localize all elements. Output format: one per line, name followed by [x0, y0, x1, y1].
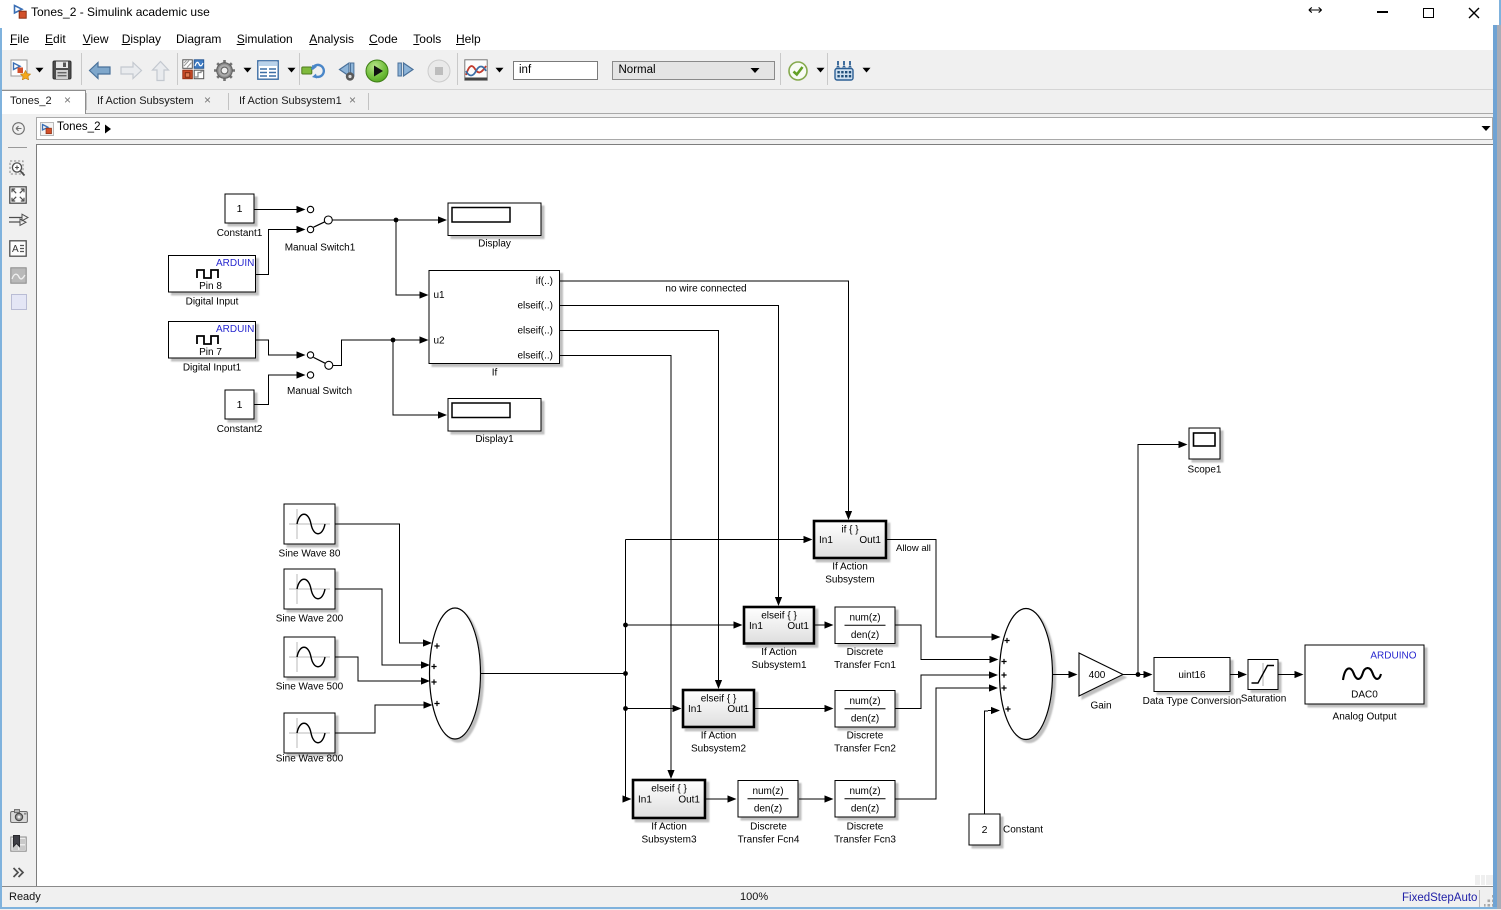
svg-text:Sine Wave 80: Sine Wave 80 [279, 549, 341, 560]
svg-text:no wire connected: no wire connected [665, 284, 746, 295]
svg-text:if { }: if { } [841, 525, 859, 536]
svg-text:Discrete: Discrete [847, 822, 884, 833]
svg-text:den(z): den(z) [851, 714, 879, 725]
svg-text:In1: In1 [819, 535, 833, 546]
svg-text:Gain: Gain [1090, 701, 1111, 712]
svg-text:num(z): num(z) [849, 786, 880, 797]
svg-text:A: A [12, 244, 19, 255]
svg-text:Discrete: Discrete [847, 731, 884, 742]
svg-text:elseif { }: elseif { } [651, 784, 687, 795]
svg-text:Subsystem: Subsystem [825, 575, 874, 586]
svg-text:If Action: If Action [832, 562, 868, 573]
svg-text:1: 1 [237, 399, 243, 411]
svg-text:u2: u2 [434, 335, 446, 346]
svg-text:Transfer Fcn1: Transfer Fcn1 [834, 660, 896, 671]
svg-text:If Action: If Action [701, 731, 737, 742]
svg-text:elseif(..): elseif(..) [517, 351, 553, 362]
svg-text:Manual Switch1: Manual Switch1 [285, 243, 356, 254]
svg-text:if(..): if(..) [536, 276, 553, 287]
svg-text:Allow all: Allow all [896, 543, 931, 554]
svg-text:DAC0: DAC0 [1351, 690, 1378, 701]
svg-text:Pin 8: Pin 8 [199, 281, 222, 292]
svg-text:If Action: If Action [651, 822, 687, 833]
svg-text:If Action: If Action [761, 647, 797, 658]
svg-text:ARDUINO: ARDUINO [1370, 651, 1416, 662]
svg-text:Digital Input1: Digital Input1 [183, 363, 242, 374]
svg-text:Saturation: Saturation [1241, 694, 1287, 705]
svg-text:Sine Wave 500: Sine Wave 500 [276, 682, 344, 693]
svg-text:Display1: Display1 [475, 434, 514, 445]
svg-text:2: 2 [982, 824, 988, 836]
svg-text:Manual Switch: Manual Switch [287, 386, 352, 397]
svg-text:Out1: Out1 [727, 704, 749, 715]
svg-text:num(z): num(z) [752, 786, 783, 797]
svg-text:Transfer Fcn2: Transfer Fcn2 [834, 744, 896, 755]
svg-text:Discrete: Discrete [847, 647, 884, 658]
svg-text:Out1: Out1 [678, 795, 700, 806]
svg-text:uint16: uint16 [1178, 670, 1206, 681]
svg-text:In1: In1 [749, 621, 763, 632]
svg-text:Sine Wave 200: Sine Wave 200 [276, 614, 344, 625]
svg-text:Constant1: Constant1 [217, 228, 263, 239]
svg-text:elseif { }: elseif { } [701, 694, 737, 705]
svg-text:den(z): den(z) [851, 804, 879, 815]
svg-text:Analog Output: Analog Output [1333, 712, 1397, 723]
svg-text:Pin 7: Pin 7 [199, 347, 222, 358]
svg-text:If: If [492, 368, 498, 379]
svg-text:den(z): den(z) [754, 804, 782, 815]
svg-text:Out1: Out1 [859, 535, 881, 546]
svg-text:Out1: Out1 [787, 621, 809, 632]
svg-text:Constant2: Constant2 [217, 424, 263, 435]
svg-text:In1: In1 [638, 795, 652, 806]
svg-text:Transfer Fcn3: Transfer Fcn3 [834, 835, 896, 846]
svg-text:Subsystem2: Subsystem2 [691, 744, 746, 755]
svg-text:Subsystem1: Subsystem1 [751, 660, 806, 671]
svg-text:Digital Input: Digital Input [186, 297, 239, 308]
svg-text:Data Type Conversion: Data Type Conversion [1143, 696, 1242, 707]
svg-text:elseif(..): elseif(..) [517, 326, 553, 337]
svg-text:elseif(..): elseif(..) [517, 301, 553, 312]
svg-text:Sine Wave 800: Sine Wave 800 [276, 754, 344, 765]
svg-text:num(z): num(z) [849, 613, 880, 624]
svg-text:den(z): den(z) [851, 630, 879, 641]
svg-text:u1: u1 [434, 290, 446, 301]
svg-text:Transfer Fcn4: Transfer Fcn4 [738, 835, 800, 846]
svg-text:Discrete: Discrete [750, 822, 787, 833]
svg-text:Display: Display [478, 239, 511, 250]
svg-text:1: 1 [237, 203, 243, 215]
svg-text:Scope1: Scope1 [1188, 465, 1222, 476]
svg-text:num(z): num(z) [849, 696, 880, 707]
svg-text:400: 400 [1089, 670, 1106, 681]
svg-text:In1: In1 [688, 704, 702, 715]
svg-text:Subsystem3: Subsystem3 [641, 835, 696, 846]
svg-text:Constant: Constant [1003, 825, 1043, 836]
